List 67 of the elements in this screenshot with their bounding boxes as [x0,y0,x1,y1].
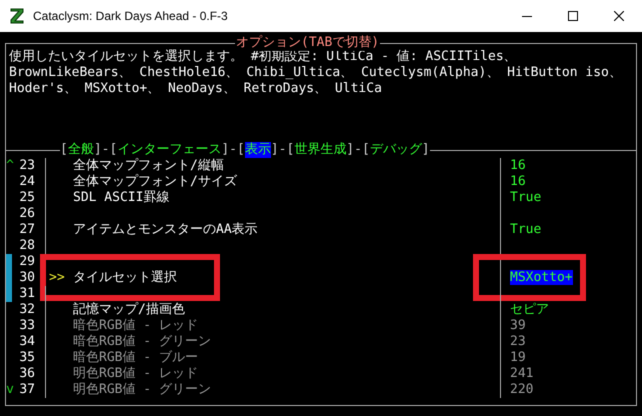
description-line: Hoder's、 MSXotto+、 NeoDays、 RetroDays、 UltiCa [9,81,382,97]
window-title: Cataclysm: Dark Days Ahead - 0.F-3 [33,9,229,23]
row-number: 28 [16,238,46,254]
cursor-marker: >> [48,270,66,286]
option-label[interactable]: 記憶マップ/描画色 [73,302,185,318]
option-label[interactable]: 全体マップフォント/サイズ [73,174,237,190]
option-value[interactable]: True [510,222,542,237]
row-number: 27 [16,222,46,238]
tab[interactable]: 世界生成 [294,142,346,158]
z-logo-icon [10,8,24,24]
row-number: 34 [16,334,46,350]
tab[interactable]: 全般 [68,142,94,158]
row-number: 30 [16,270,46,286]
row-number: 25 [16,190,46,206]
description-line: BrownLikeBears、 ChestHole16、 Chibi_Ultica、 Cuteclysm(Alpha)、 HitButton iso、 [9,65,622,81]
tab-separator: - [229,142,237,158]
tab-bracket: [ [109,142,118,158]
option-value[interactable]: 16 [510,158,526,173]
row-number: 29 [16,254,46,270]
tab-bracket: ] [221,142,230,158]
option-value[interactable]: 220 [510,382,534,397]
panel-title: オプション(TABで切替) [235,35,380,51]
option-value[interactable]: 19 [510,350,526,365]
tab-separator: - [278,142,286,158]
tab-bracket: [ [236,142,245,158]
tab[interactable]: インターフェース [117,142,222,158]
row-number: 31 [16,286,46,302]
option-label[interactable]: 全体マップフォント/縦幅 [73,158,224,174]
tab-separator: - [102,142,110,158]
option-value[interactable]: 16 [510,174,526,189]
close-icon [614,11,624,21]
option-label[interactable]: アイテムとモンスターのAA表示 [73,222,258,238]
option-value[interactable]: セピア [510,302,549,317]
tab-bracket: [ [286,142,294,158]
maximize-icon [568,11,578,21]
row-number: 32 [16,302,46,318]
row-number: 33 [16,318,46,334]
tab-bracket: [ [60,142,68,158]
row-number: 24 [16,174,46,190]
row-number: 26 [16,206,46,222]
scroll-down-arrow[interactable]: v [6,382,14,398]
option-label[interactable]: 暗色RGB値 - グリーン [73,334,211,350]
option-label[interactable]: タイルセット選択 [73,270,177,286]
scrollbar-thumb[interactable] [6,254,12,302]
tab-bracket: ] [94,142,102,158]
row-number: 37 [16,382,46,398]
tab-bracket: ] [346,142,354,158]
option-label[interactable]: 明色RGB値 - グリーン [73,382,211,398]
option-label[interactable]: 暗色RGB値 - ブルー [73,350,198,366]
row-number: 23 [16,158,46,174]
option-label[interactable]: SDL ASCII罫線 [73,190,170,206]
option-value[interactable]: MSXotto+ [510,270,573,285]
row-number: 35 [16,350,46,366]
option-value[interactable]: 39 [510,318,526,333]
tab[interactable]: デバッグ [370,142,422,158]
tab-separator: - [354,142,362,158]
option-label[interactable]: 明色RGB値 - レッド [73,366,198,382]
tab-bracket: [ [362,142,370,158]
option-value[interactable]: 241 [510,366,534,381]
option-value[interactable]: True [510,190,542,205]
option-value[interactable]: 23 [510,334,526,349]
tab-bracket: ] [422,142,430,158]
scroll-up-arrow[interactable]: ^ [6,158,14,174]
tab-bracket: ] [270,142,279,158]
tab[interactable]: 表示 [244,142,271,158]
row-number: 36 [16,366,46,382]
option-label[interactable]: 暗色RGB値 - レッド [73,318,198,334]
